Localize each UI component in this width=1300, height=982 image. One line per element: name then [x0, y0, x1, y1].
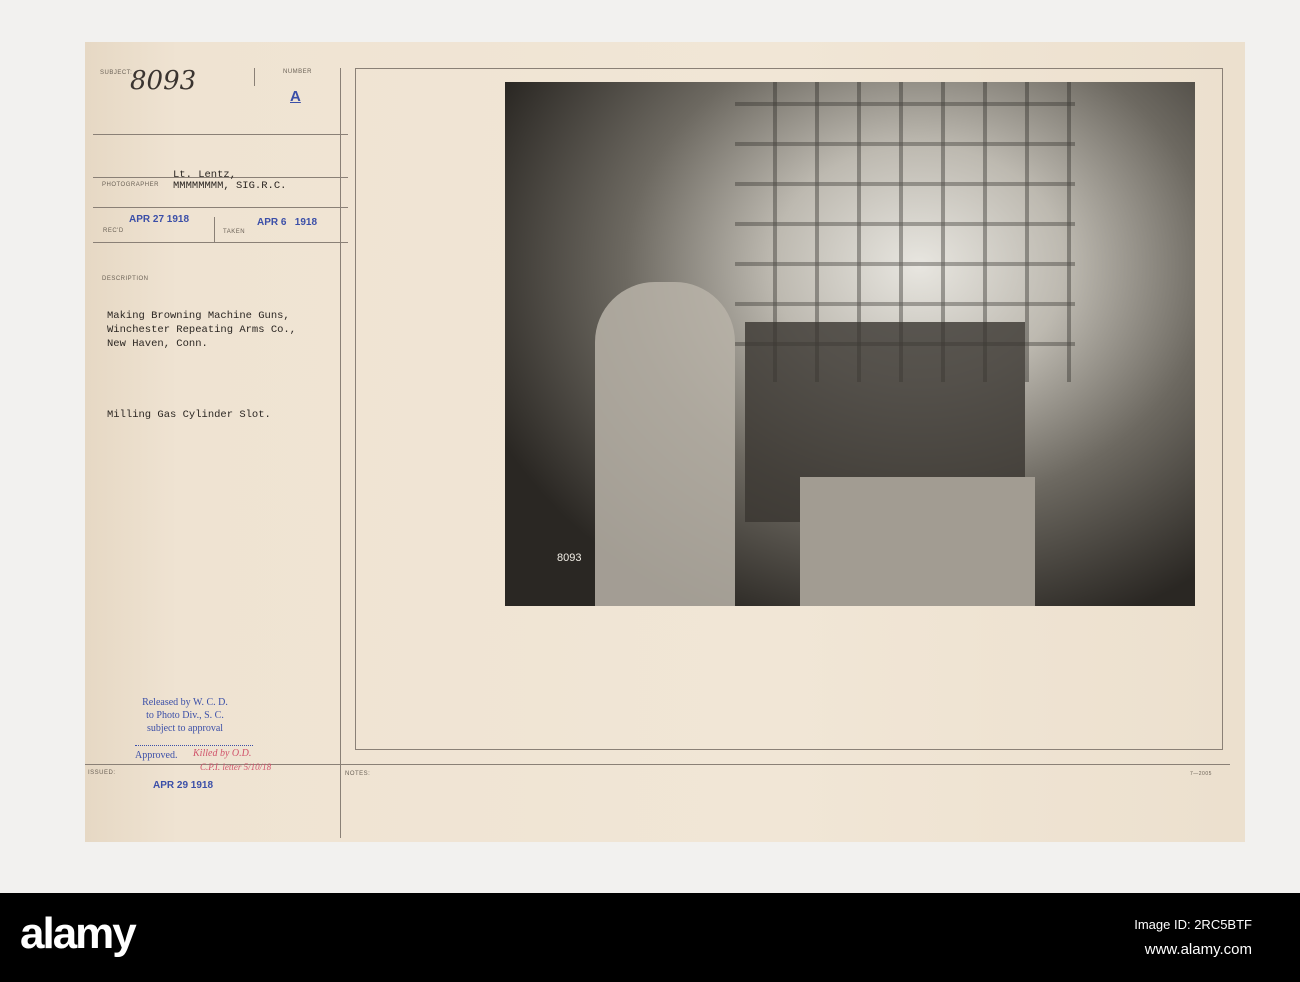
approved-label: Approved. [135, 750, 178, 761]
description-line: Making Browning Machine Guns, [107, 310, 290, 322]
taken-label: TAKEN [223, 229, 246, 235]
subject-label: SUBJECT: [100, 70, 133, 76]
taken-date: APR 6 1918 [257, 217, 318, 228]
photographer-line2: MMMMMMMM, SIG.R.C. [173, 180, 287, 192]
footer-bar: alamy Image ID: 2RC5BTF www.alamy.com [0, 893, 1300, 982]
release-line: to Photo Div., S. C. [146, 710, 224, 721]
photo-number: 8093 [557, 552, 582, 564]
divider [340, 68, 341, 838]
image-id: Image ID: 2RC5BTF [1134, 917, 1252, 932]
divider [93, 134, 348, 135]
description: Making Browning Machine Guns, Winchester… [107, 309, 296, 351]
release-line: Released by W. C. D. [142, 697, 228, 708]
machine-guard [800, 477, 1035, 606]
number-value: A [290, 88, 301, 105]
caption: Milling Gas Cylinder Slot. [107, 409, 271, 421]
form-number: 7—2005 [1190, 771, 1212, 777]
notes-label: NOTES: [345, 771, 371, 777]
number-label: NUMBER [283, 69, 313, 75]
recd-label: REC'D [103, 228, 124, 234]
description-line: Winchester Repeating Arms Co., [107, 324, 297, 336]
description-label: DESCRIPTION [102, 276, 149, 282]
alamy-logo: alamy [20, 909, 137, 958]
divider [93, 207, 348, 208]
factory-photograph: 8093 [505, 82, 1195, 606]
divider [214, 217, 215, 242]
issued-date: APR 29 1918 [153, 780, 214, 791]
divider [254, 68, 255, 86]
description-line: New Haven, Conn. [107, 338, 208, 350]
site-link[interactable]: www.alamy.com [1145, 941, 1252, 958]
issued-label: ISSUED: [88, 770, 116, 776]
approved-note: C.P.I. letter 5/10/18 [200, 762, 272, 772]
release-stamp: Released by W. C. D. to Photo Div., S. C… [125, 696, 245, 735]
release-line: subject to approval [146, 723, 224, 734]
dotted-line [135, 745, 253, 746]
subject-value: 8093 [130, 66, 197, 96]
worker-figure [595, 282, 735, 606]
recd-date: APR 27 1918 [129, 214, 190, 225]
photographer-label: PHOTOGRAPHER [102, 182, 159, 188]
approved-signature: Killed by O.D. [193, 748, 252, 759]
divider [93, 242, 348, 243]
